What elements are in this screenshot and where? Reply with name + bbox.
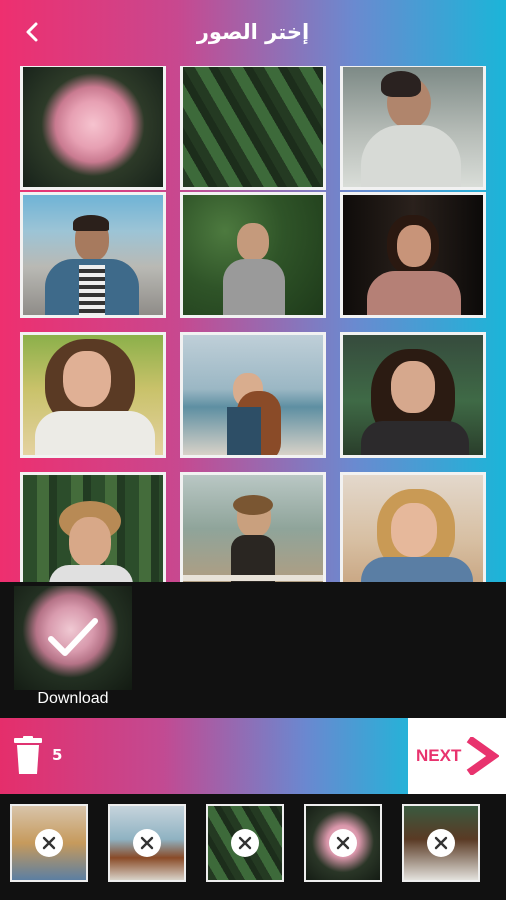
remove-button[interactable]	[329, 829, 357, 857]
page-title: إختر الصور	[196, 20, 310, 44]
photo-cell-woman-beach[interactable]	[180, 332, 326, 458]
photo-cell-woman-bridge[interactable]	[180, 472, 326, 582]
woman-smiling-photo	[23, 335, 163, 455]
trash-icon	[14, 736, 42, 774]
photo-cell-woman-dark[interactable]	[340, 192, 486, 318]
leaves-photo	[183, 67, 323, 187]
download-label: Download	[37, 690, 109, 707]
chevron-right-icon	[467, 737, 500, 775]
man-hoodie-photo	[343, 67, 483, 187]
photo-cell-rose[interactable]	[20, 66, 166, 190]
next-button[interactable]: NEXT	[408, 718, 506, 794]
check-overlay	[14, 586, 132, 690]
selected-item-3[interactable]	[206, 804, 284, 882]
woman-field-photo	[343, 335, 483, 455]
man-building-photo	[23, 195, 163, 315]
selected-item-5[interactable]	[402, 804, 480, 882]
remove-button[interactable]	[427, 829, 455, 857]
photo-cell-woman-smiling[interactable]	[20, 332, 166, 458]
selected-item-4[interactable]	[304, 804, 382, 882]
woman-plants-photo	[183, 195, 323, 315]
preview-tile[interactable]	[14, 586, 132, 690]
photo-cell-woman-plants[interactable]	[180, 192, 326, 318]
remove-button[interactable]	[35, 829, 63, 857]
next-label: NEXT	[416, 746, 462, 765]
photo-grid[interactable]	[20, 66, 488, 582]
chevron-left-icon	[26, 22, 38, 42]
remove-button[interactable]	[133, 829, 161, 857]
close-icon	[42, 836, 56, 850]
remove-button[interactable]	[231, 829, 259, 857]
preview-area: Download	[0, 582, 506, 718]
close-icon	[434, 836, 448, 850]
header: إختر الصور	[0, 0, 506, 64]
checkmark-icon	[48, 618, 98, 656]
photo-cell-leaves[interactable]	[180, 66, 326, 190]
selected-strip	[0, 794, 506, 900]
woman-dark-photo	[343, 195, 483, 315]
selected-count: 5	[52, 746, 63, 764]
close-icon	[140, 836, 154, 850]
close-icon	[238, 836, 252, 850]
close-icon	[336, 836, 350, 850]
woman-beach-photo	[183, 335, 323, 455]
photo-cell-woman-trees[interactable]	[20, 472, 166, 582]
photo-cell-man-hoodie[interactable]	[340, 66, 486, 190]
photo-cell-woman-field[interactable]	[340, 332, 486, 458]
woman-denim-photo	[343, 475, 483, 582]
back-button[interactable]	[18, 18, 46, 46]
photo-cell-woman-denim[interactable]	[340, 472, 486, 582]
trash-button[interactable]	[14, 736, 42, 774]
selected-item-1[interactable]	[10, 804, 88, 882]
action-bar: 5	[0, 718, 408, 794]
woman-bridge-photo	[183, 475, 323, 582]
rose-photo	[23, 67, 163, 187]
selected-item-2[interactable]	[108, 804, 186, 882]
woman-trees-photo	[23, 475, 163, 582]
photo-cell-man-building[interactable]	[20, 192, 166, 318]
